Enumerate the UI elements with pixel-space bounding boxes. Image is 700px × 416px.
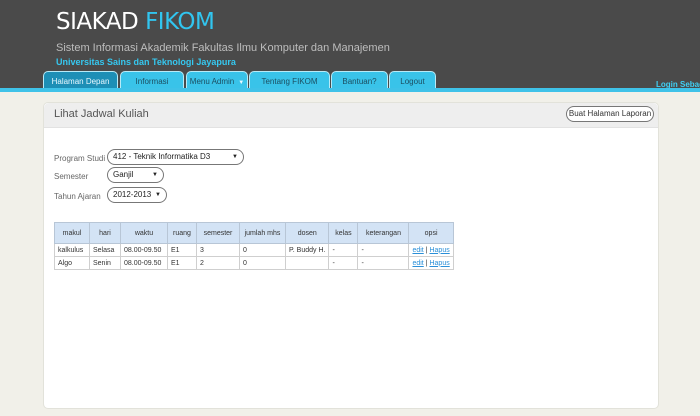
site-logo[interactable]: SIAKAD FIKOM <box>56 9 215 35</box>
cell-makul: Algo <box>54 256 90 270</box>
login-status[interactable]: Login Sebagai <box>656 80 700 89</box>
column-header: waktu <box>120 222 168 244</box>
year-select[interactable]: 2012-2013 ▼ <box>107 187 167 203</box>
cell-dosen: P. Buddy H. <box>284 243 330 257</box>
cell-hari: Senin <box>89 256 121 270</box>
column-header: semester <box>196 222 240 244</box>
program-select-value: 412 - Teknik Informatika D3 <box>113 152 211 161</box>
separator: | <box>425 246 428 254</box>
column-header: opsi <box>408 222 454 244</box>
column-header: jumlah mhs <box>239 222 286 244</box>
cell-opsi: edit | Hapus <box>408 243 454 257</box>
tab-menu-admin-label: Menu Admin <box>189 77 235 86</box>
table-row: Algo Senin 08.00-09.50 E1 2 0 - - edit |… <box>54 256 454 270</box>
cell-kelas: - <box>328 256 359 270</box>
semester-select[interactable]: Ganjil ▼ <box>107 167 164 183</box>
column-header: dosen <box>284 222 330 244</box>
edit-link[interactable]: edit <box>412 260 423 267</box>
site-subtitle: Sistem Informasi Akademik Fakultas Ilmu … <box>56 42 390 54</box>
table-row: kalkulus Selasa 08.00-09.50 E1 3 0 P. Bu… <box>54 243 454 257</box>
cell-waktu: 08.00-09.50 <box>120 256 168 270</box>
cell-jumlah-mhs: 0 <box>239 243 286 257</box>
edit-link[interactable]: edit <box>412 247 423 254</box>
cell-keterangan: - <box>357 256 410 270</box>
semester-select-value: Ganjil <box>113 170 134 179</box>
chevron-down-icon: ▼ <box>238 80 245 86</box>
year-label: Tahun Ajaran <box>54 192 101 201</box>
program-select[interactable]: 412 - Teknik Informatika D3 ▼ <box>107 149 244 165</box>
dropdown-arrow-icon: ▼ <box>152 172 158 178</box>
dropdown-arrow-icon: ▼ <box>232 154 238 160</box>
cell-opsi: edit | Hapus <box>408 256 454 270</box>
cell-kelas: - <box>328 243 359 257</box>
delete-link[interactable]: Hapus <box>429 247 449 254</box>
cell-hari: Selasa <box>89 243 121 257</box>
content-panel: Lihat Jadwal Kuliah Buat Halaman Laporan… <box>43 102 659 409</box>
dropdown-arrow-icon: ▼ <box>155 192 161 198</box>
brand-accent: FIKOM <box>145 9 215 35</box>
cell-dosen <box>284 256 330 270</box>
column-header: kelas <box>328 222 359 244</box>
brand-main: SIAKAD <box>56 9 139 35</box>
table-header-row: makul hari waktu ruang semester jumlah m… <box>54 222 454 244</box>
cell-jumlah-mhs: 0 <box>239 256 286 270</box>
cell-waktu: 08.00-09.50 <box>120 243 168 257</box>
column-header: makul <box>54 222 90 244</box>
cell-makul: kalkulus <box>54 243 90 257</box>
semester-label: Semester <box>54 172 89 181</box>
cell-semester: 3 <box>196 243 240 257</box>
cell-ruang: E1 <box>167 243 197 257</box>
cell-keterangan: - <box>357 243 410 257</box>
page-title: Lihat Jadwal Kuliah <box>54 108 149 120</box>
header-accent-line <box>0 88 700 92</box>
cell-semester: 2 <box>196 256 240 270</box>
university-name: Universitas Sains dan Teknologi Jayapura <box>56 57 236 67</box>
program-label: Program Studi <box>54 154 106 163</box>
column-header: hari <box>89 222 121 244</box>
column-header: keterangan <box>357 222 410 244</box>
column-header: ruang <box>167 222 197 244</box>
create-report-button[interactable]: Buat Halaman Laporan <box>566 106 654 122</box>
cell-ruang: E1 <box>167 256 197 270</box>
year-select-value: 2012-2013 <box>113 190 152 199</box>
panel-header: Lihat Jadwal Kuliah Buat Halaman Laporan <box>44 103 658 128</box>
schedule-table: makul hari waktu ruang semester jumlah m… <box>54 222 454 270</box>
delete-link[interactable]: Hapus <box>429 260 449 267</box>
separator: | <box>425 259 428 267</box>
site-header: SIAKAD FIKOM Sistem Informasi Akademik F… <box>0 0 700 92</box>
